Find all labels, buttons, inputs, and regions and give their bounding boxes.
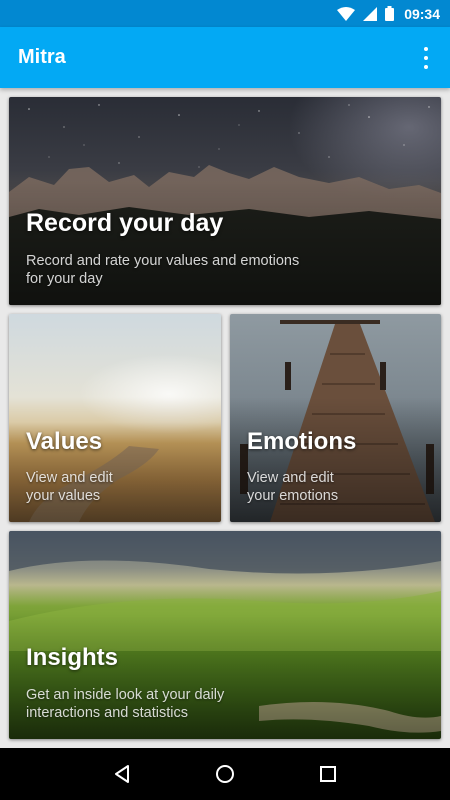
insights-title: Insights [26,644,119,671]
emotions-card[interactable]: Emotions View and edit your emotions [230,314,441,522]
emotions-description-line1: View and edit [247,470,334,486]
app-bar: Mitra [0,27,450,88]
values-title: Values [26,428,103,455]
values-description-line2: your values [26,488,101,504]
recents-icon[interactable] [308,754,348,794]
record-day-description-line1: Record and rate your values and emotions [26,253,300,269]
insights-description-line1: Get an inside look at your daily [26,687,225,703]
status-time: 09:34 [404,5,440,22]
values-card[interactable]: Values View and edit your values [9,314,221,522]
record-day-description-line2: for your day [26,271,103,287]
wifi-icon [337,6,356,21]
insights-card[interactable]: Insights Get an inside look at your dail… [9,531,441,739]
insights-description-line2: interactions and statistics [26,705,188,721]
battery-icon [385,6,395,21]
navigation-bar [0,748,450,800]
overflow-menu-icon[interactable] [416,47,436,69]
status-bar: 09:34 [0,0,450,27]
emotions-description-line2: your emotions [247,488,339,504]
back-icon[interactable] [102,754,142,794]
home-icon[interactable] [205,754,245,794]
emotions-title: Emotions [247,428,357,455]
signal-icon [363,6,378,21]
app-title: Mitra [18,46,66,68]
record-day-title: Record your day [26,209,224,237]
values-description-line1: View and edit [26,470,113,486]
record-day-card[interactable]: Record your day Record and rate your val… [9,97,441,305]
